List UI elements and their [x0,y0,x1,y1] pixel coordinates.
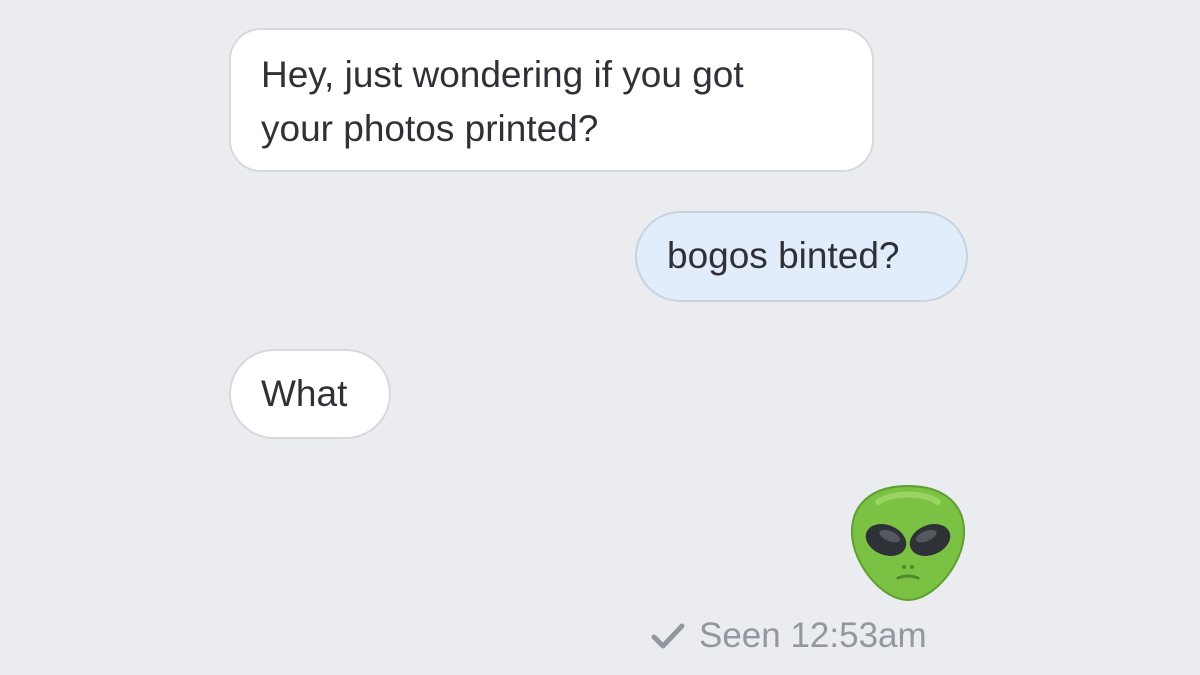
incoming-message-bubble[interactable]: Hey, just wondering if you got your phot… [229,28,874,172]
seen-receipt: Seen 12:53am [651,612,927,660]
conversation-thread: Hey, just wondering if you got your phot… [0,0,1200,675]
seen-timestamp: Seen 12:53am [699,616,927,655]
outgoing-message-bubble[interactable]: bogos binted? [635,211,968,302]
alien-emoji-icon[interactable] [848,482,968,604]
incoming-message-bubble[interactable]: What [229,349,391,439]
checkmark-icon [651,622,685,650]
